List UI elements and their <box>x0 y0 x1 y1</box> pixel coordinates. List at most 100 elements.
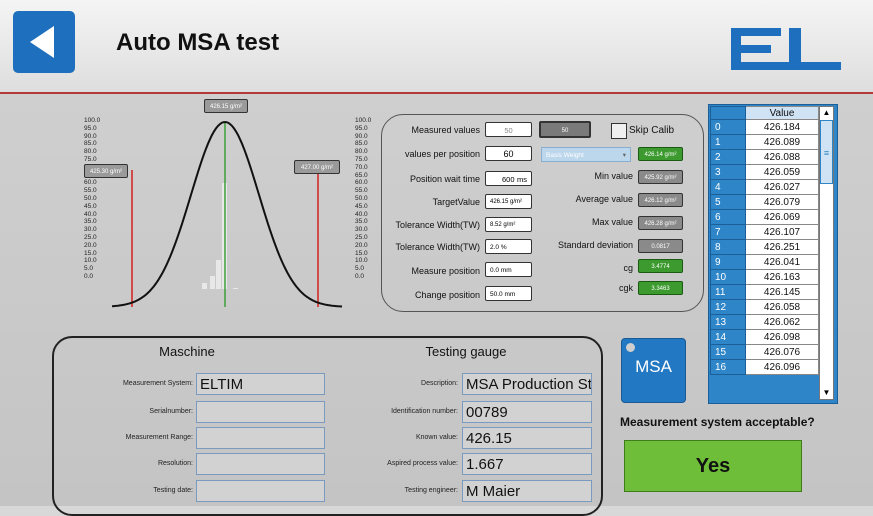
row-value: 426.041 <box>745 254 819 270</box>
histogram-bar <box>216 260 221 289</box>
table-row[interactable]: 14 426.098 <box>710 329 819 345</box>
row-index: 1 <box>710 134 746 150</box>
table-row[interactable]: 1 426.089 <box>710 134 819 150</box>
table-row[interactable]: 9 426.041 <box>710 254 819 270</box>
y-tick-label: 80.0 <box>84 148 97 156</box>
table-row[interactable]: 11 426.145 <box>710 284 819 300</box>
row-value: 426.096 <box>745 359 819 375</box>
cgk-display: 3.3463 <box>638 281 683 295</box>
table-row[interactable]: 2 426.088 <box>710 149 819 165</box>
position-wait-label: Position wait time <box>409 174 480 184</box>
max-value-display: 426.28 g/m² <box>638 216 683 230</box>
gauge-field-label: Known value: <box>415 434 458 441</box>
table-row[interactable]: 8 426.251 <box>710 239 819 255</box>
gauge-field-input[interactable]: MSA Production Start <box>462 373 592 395</box>
table-row[interactable]: 13 426.062 <box>710 314 819 330</box>
measure-position-input[interactable]: 0.0 mm <box>485 262 532 277</box>
table-row[interactable]: 7 426.107 <box>710 224 819 240</box>
table-row[interactable]: 12 426.058 <box>710 299 819 315</box>
tolerance-width-input[interactable]: 8.52 g/m² <box>485 217 532 232</box>
values-per-position-input[interactable]: 60 <box>485 146 532 161</box>
gauge-title: Testing gauge <box>425 344 507 359</box>
measure-position-label: Measure position <box>411 266 480 276</box>
page-title: Auto MSA test <box>116 29 280 56</box>
machine-field-label: Resolution: <box>157 460 193 467</box>
y-tick-label: 50.0 <box>84 194 97 202</box>
upper-limit-label: 427.00 g/m² <box>294 160 340 174</box>
row-index: 7 <box>710 224 746 240</box>
gauge-field-input[interactable]: M Maier <box>462 480 592 502</box>
status-led-icon <box>626 343 635 352</box>
table-row[interactable]: 6 426.069 <box>710 209 819 225</box>
tolerance-width-pct-label: Tolerance Width(TW) <box>395 242 480 252</box>
measured-values-label: Measured values <box>411 125 480 135</box>
row-index: 8 <box>710 239 746 255</box>
gauge-field-input[interactable]: 1.667 <box>462 453 592 475</box>
lower-limit-label: 425.30 g/m² <box>84 164 128 178</box>
min-value-display: 425.92 g/m² <box>638 170 683 184</box>
row-index: 11 <box>710 284 746 300</box>
row-index: 0 <box>710 119 746 135</box>
machine-field-label: Serialnumber: <box>149 408 193 415</box>
target-value-label: TargetValue <box>432 197 480 207</box>
acceptance-result: Yes <box>624 440 802 492</box>
cg-display: 3.4774 <box>638 259 683 273</box>
cg-label: cg <box>623 263 633 273</box>
row-index: 2 <box>710 149 746 165</box>
table-row[interactable]: 5 426.079 <box>710 194 819 210</box>
gauge-field-input[interactable]: 426.15 <box>462 427 592 449</box>
table-scrollbar[interactable]: ▲ ≡ ▼ <box>819 106 834 400</box>
machine-field-label: Measurement System: <box>122 380 193 387</box>
scroll-up-icon[interactable]: ▲ <box>820 107 833 119</box>
row-index: 5 <box>710 194 746 210</box>
y-tick-label: 100.0 <box>84 117 101 124</box>
position-wait-unit: ms <box>517 175 527 184</box>
y-tick-label: 40.0 <box>84 210 97 218</box>
msa-button[interactable]: MSA <box>621 338 686 403</box>
y-tick-label: 100.0 <box>355 117 372 124</box>
machine-field-input[interactable] <box>196 453 325 475</box>
row-index: 4 <box>710 179 746 195</box>
position-wait-input[interactable]: 600 ms <box>485 171 532 186</box>
table-row[interactable]: 4 426.027 <box>710 179 819 195</box>
target-value-input[interactable]: 426.15 g/m² <box>485 194 532 209</box>
table-row[interactable]: 16 426.096 <box>710 359 819 375</box>
min-value-label: Min value <box>594 171 633 181</box>
gauge-field-label: Aspired process value: <box>387 460 458 467</box>
row-index: 13 <box>710 314 746 330</box>
position-wait-value: 600 <box>502 175 515 184</box>
y-tick-label: 0.0 <box>84 272 94 280</box>
y-tick-label: 45.0 <box>84 202 97 210</box>
y-tick-label: 10.0 <box>84 257 97 265</box>
measured-count-display: 50 <box>539 121 591 138</box>
acceptance-question: Measurement system acceptable? <box>620 415 815 429</box>
row-value: 426.184 <box>745 119 819 135</box>
target-label: 426.15 g/m² <box>204 99 248 113</box>
change-position-input[interactable]: 50.0 mm <box>485 286 532 301</box>
table-row[interactable]: 10 426.163 <box>710 269 819 285</box>
histogram-bar <box>233 288 238 289</box>
tolerance-width-pct-input[interactable]: 2.0 % <box>485 239 532 254</box>
scroll-thumb[interactable]: ≡ <box>820 120 833 184</box>
machine-field-input[interactable]: ELTIM <box>196 373 325 395</box>
back-button[interactable] <box>13 11 75 73</box>
gauge-field-input[interactable]: 00789 <box>462 401 592 423</box>
max-value-label: Max value <box>591 217 633 227</box>
basis-weight-dropdown[interactable]: Basis Weight ▾ <box>541 147 631 162</box>
skip-calib-checkbox[interactable] <box>611 123 627 139</box>
chevron-down-icon: ▾ <box>622 152 626 159</box>
table-row[interactable]: 3 426.059 <box>710 164 819 180</box>
gauge-field-label: Identification number: <box>391 408 458 415</box>
cgk-label: cgk <box>618 283 633 293</box>
histogram-bar <box>210 276 215 289</box>
std-dev-label: Standard deviation <box>557 240 633 250</box>
table-row[interactable]: 0 426.184 <box>710 119 819 135</box>
scroll-down-icon[interactable]: ▼ <box>820 387 833 399</box>
machine-field-input[interactable] <box>196 401 325 423</box>
tolerance-width-label: Tolerance Width(TW) <box>395 220 480 230</box>
machine-field-input[interactable] <box>196 427 325 449</box>
machine-field-input[interactable] <box>196 480 325 502</box>
row-value: 426.145 <box>745 284 819 300</box>
table-row[interactable]: 15 426.076 <box>710 344 819 360</box>
row-index: 6 <box>710 209 746 225</box>
